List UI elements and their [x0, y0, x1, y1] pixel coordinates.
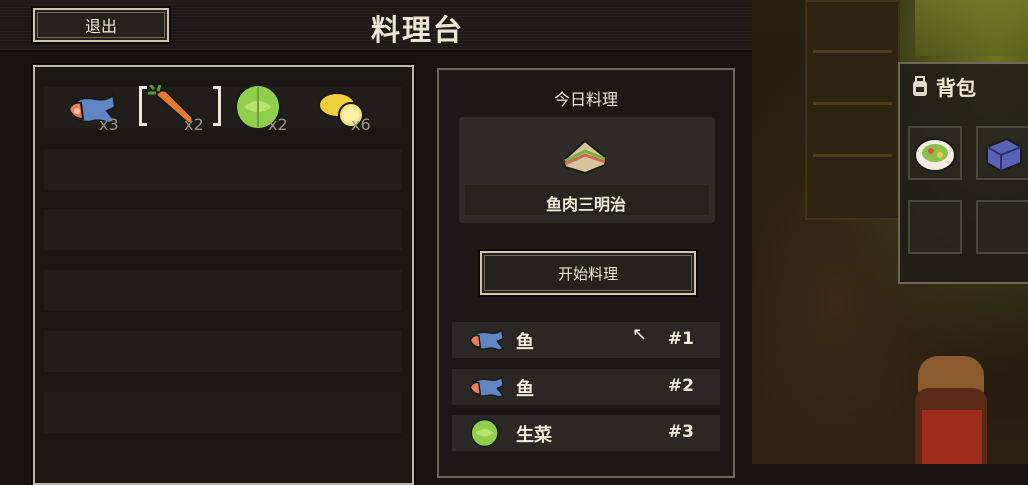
backpack-panel: 背包 — [898, 62, 1028, 284]
ingredient-count: x2 — [268, 115, 288, 134]
ingredient-row-empty — [44, 209, 402, 250]
fish-icon — [469, 328, 505, 351]
box-icon — [986, 137, 1022, 173]
backpack-slot-empty[interactable] — [976, 200, 1028, 254]
slot-ingredient-name: 鱼 — [516, 379, 534, 400]
ingredient-row-empty — [44, 331, 402, 372]
ingredient-item-cabbage[interactable]: x2 — [232, 83, 312, 135]
ingredient-item-fish[interactable]: x3 — [63, 83, 143, 135]
selection-bracket-left — [139, 86, 147, 126]
cabbage-icon — [470, 419, 499, 447]
slot-number: #1 — [667, 329, 694, 349]
recipe-name: 鱼肉三明治 — [545, 195, 626, 214]
ingredient-row-empty — [44, 149, 402, 190]
scene-shelf — [805, 0, 900, 220]
scene-window — [915, 0, 1028, 56]
slot-number: #2 — [667, 376, 694, 396]
recipe-heading: 今日料理 — [553, 90, 618, 109]
recipe-slot-row[interactable]: 鱼 #2 — [452, 369, 720, 405]
backpack-slot-empty[interactable] — [908, 200, 962, 254]
top-bar: 退出 料理台 — [0, 0, 752, 52]
recipe-slot-row[interactable]: 鱼 #1 — [452, 322, 720, 358]
slot-number: #3 — [667, 422, 694, 442]
backpack-slot[interactable] — [908, 126, 962, 180]
backpack-title: 背包 — [936, 76, 976, 100]
backpack-slot[interactable] — [976, 126, 1028, 180]
backpack-icon — [913, 75, 927, 96]
ingredient-count: x6 — [351, 115, 371, 134]
slot-ingredient-name: 鱼 — [516, 332, 534, 353]
recipe-panel: 今日料理 鱼肉三明治 开始料理 鱼 #1 鱼 #2 生菜 #3 — [437, 68, 735, 478]
ingredient-count: x3 — [99, 115, 119, 134]
ingredient-item-carrot[interactable]: x2 — [148, 83, 228, 135]
start-cooking-button[interactable]: 开始料理 — [478, 249, 698, 297]
backpack-header: 背包 — [910, 72, 976, 101]
ingredient-row-empty — [44, 270, 402, 311]
ingredient-item-lemon[interactable]: x6 — [315, 83, 395, 135]
recipe-slot-row[interactable]: 生菜 #3 — [452, 415, 720, 451]
salad-plate-icon — [914, 138, 956, 172]
page-title: 料理台 — [370, 13, 464, 47]
ingredient-count: x2 — [184, 115, 204, 134]
sandwich-icon — [564, 139, 606, 175]
fish-icon — [469, 375, 505, 398]
mouse-cursor-icon: ↖ — [632, 324, 648, 345]
ingredient-row-empty — [44, 392, 402, 433]
exit-button[interactable]: 退出 — [31, 6, 171, 44]
player-character-shirt — [922, 410, 982, 464]
slot-ingredient-name: 生菜 — [516, 425, 552, 446]
